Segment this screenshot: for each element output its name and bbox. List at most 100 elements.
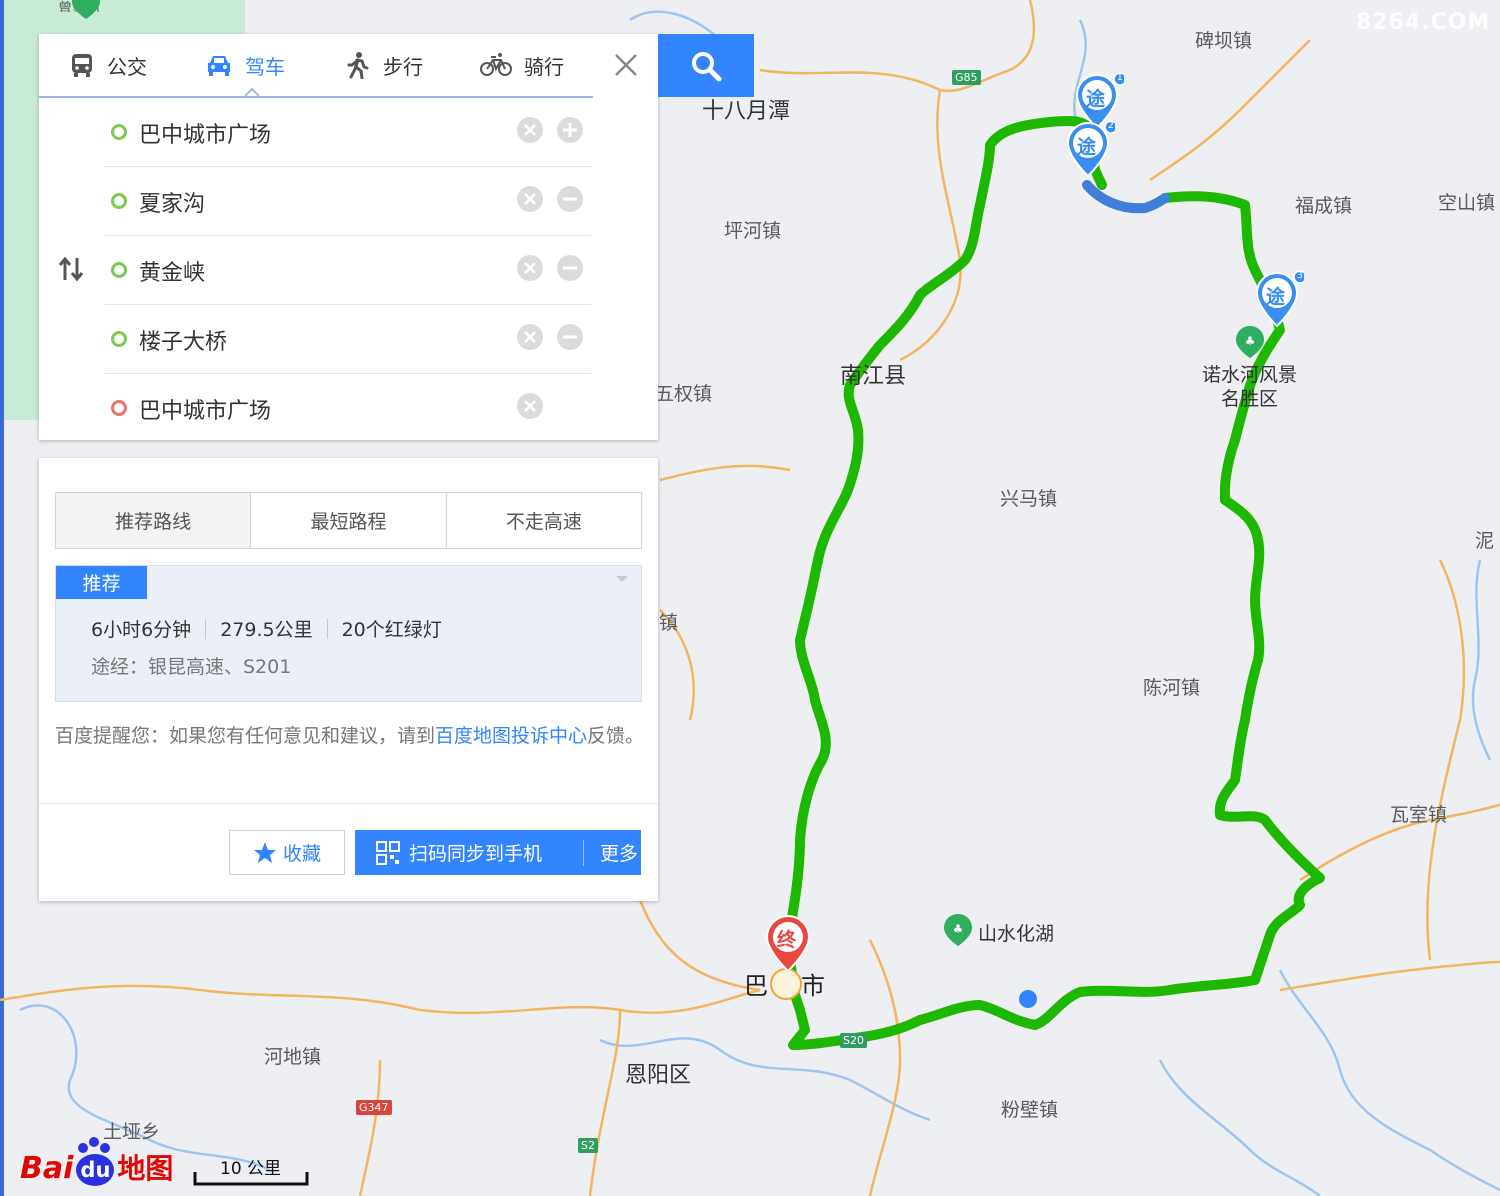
via-marker-2[interactable]: 途 2 [1065, 120, 1115, 180]
logo-du: du [80, 1158, 111, 1182]
tab-label: 公交 [107, 54, 147, 79]
plan-tag: 推荐 [56, 566, 147, 599]
stop-end[interactable]: 巴中城市广场 [105, 373, 591, 442]
search-button[interactable] [658, 34, 754, 97]
active-tab-caret-icon [245, 87, 259, 96]
place-label: 粉壁镇 [1001, 1099, 1059, 1121]
start-dot-icon [111, 124, 127, 140]
scenic-poi-topleft[interactable] [72, 0, 100, 24]
swap-button[interactable] [57, 256, 85, 286]
clear-icon[interactable] [517, 255, 543, 281]
divider [583, 839, 584, 866]
via-index: 2 [1108, 121, 1114, 131]
stop-name[interactable]: 楼子大桥 [139, 324, 227, 356]
tab-label: 步行 [383, 54, 423, 79]
baidu-map-logo[interactable]: Bai du 地图 [20, 1136, 173, 1188]
place-label: 瓦室镇 [1390, 804, 1448, 826]
stop-via[interactable]: 楼子大桥 [105, 304, 591, 374]
stop-name[interactable]: 黄金峡 [139, 255, 205, 287]
star-icon [253, 841, 276, 863]
add-stop-icon[interactable] [557, 117, 583, 143]
close-button[interactable] [594, 34, 658, 96]
route-plan-card[interactable]: 推荐 6小时6分钟 279.5公里 20个红绿灯 途经：银昆高速、S201 [55, 565, 642, 702]
car-icon [208, 56, 230, 76]
remove-stop-icon[interactable] [557, 186, 583, 212]
sync-main[interactable]: 扫码同步到手机 [355, 839, 565, 866]
favorite-button[interactable]: 收藏 [229, 830, 345, 875]
end-marker-text: 终 [777, 929, 797, 951]
clear-icon[interactable] [517, 393, 543, 419]
remove-stop-icon[interactable] [557, 255, 583, 281]
more-button[interactable]: 更多 [600, 839, 638, 866]
route-result-panel: 推荐路线 最短路程 不走高速 推荐 6小时6分钟 279.5公里 20个红绿灯 … [39, 458, 658, 901]
watermark: 8264.COM [1356, 10, 1491, 35]
stop-via[interactable]: 黄金峡 [105, 235, 591, 305]
highway-shield: G347 [356, 1100, 392, 1115]
scenic-pin-icon: ♣ [944, 914, 972, 946]
logo-ditu: 地图 [117, 1152, 174, 1185]
tab-label: 骑行 [524, 54, 564, 79]
tab-ride[interactable]: 骑行 [480, 34, 564, 96]
scale-label: 10 公里 [220, 1159, 282, 1179]
stop-name[interactable]: 夏家沟 [139, 186, 205, 218]
place-label: 镇 [659, 612, 679, 634]
scenic-poi-nuoshuihe[interactable]: ♣ [1235, 325, 1265, 363]
plan-distance: 279.5公里 [220, 619, 313, 641]
divider [39, 803, 658, 804]
stop-name[interactable]: 巴中城市广场 [139, 393, 271, 425]
place-label: 空山镇 [1438, 192, 1496, 214]
search-icon [692, 51, 722, 81]
stop-name[interactable]: 巴中城市广场 [139, 117, 271, 149]
via-marker-text: 途 [1086, 88, 1106, 110]
place-label: 南江县 [840, 364, 907, 389]
transport-tabs: 公交 驾车 步行 骑行 [39, 34, 593, 98]
logo-paw: du [73, 1136, 117, 1188]
place-label: 恩阳区 [625, 1063, 692, 1088]
place-label: 碑坝镇 [1195, 30, 1253, 52]
clear-icon[interactable] [517, 186, 543, 212]
place-label: 泥 [1475, 530, 1495, 552]
stop-start[interactable]: 巴中城市广场 [105, 97, 591, 167]
via-index: 1 [1117, 73, 1123, 83]
clear-icon[interactable] [517, 117, 543, 143]
chevron-down-icon[interactable] [615, 574, 629, 584]
tab-walk[interactable]: 步行 [345, 34, 423, 96]
window-edge [0, 0, 4, 1196]
via-marker-text: 途 [1077, 136, 1097, 158]
option-no-highway[interactable]: 不走高速 [447, 493, 641, 548]
via-marker-text: 途 [1266, 286, 1286, 308]
option-shortest[interactable]: 最短路程 [251, 493, 447, 548]
place-label: 五权镇 [655, 383, 713, 405]
remove-stop-icon[interactable] [557, 324, 583, 350]
via-marker-3[interactable]: 途 3 [1254, 270, 1304, 330]
complaint-center-link[interactable]: 百度地图投诉中心 [435, 725, 587, 747]
logo-bai: Bai [20, 1151, 74, 1186]
place-label: 陈河镇 [1143, 677, 1201, 699]
svg-text:♣: ♣ [1245, 334, 1256, 348]
clear-icon[interactable] [517, 324, 543, 350]
via-dot-icon [111, 193, 127, 209]
end-dot-icon [111, 400, 127, 416]
stop-via[interactable]: 夏家沟 [105, 166, 591, 236]
place-label: 十八月潭 [702, 99, 791, 124]
scenic-pin-icon [72, 0, 100, 19]
bicycle-icon [480, 53, 512, 76]
tab-bus[interactable]: 公交 [69, 34, 147, 96]
route-panel: 公交 驾车 步行 骑行 巴中城市广场 夏家沟 黄金峡 楼子大桥 巴中城市广场 [39, 34, 658, 440]
svg-text:♣: ♣ [953, 922, 964, 936]
sync-phone-button[interactable]: 扫码同步到手机 更多 [355, 830, 641, 875]
scale-bar: 10 公里 [193, 1154, 311, 1190]
plan-lights: 20个红绿灯 [341, 619, 442, 641]
place-label: 坪河镇 [724, 220, 782, 242]
scenic-label: 诺水河风景 [1202, 364, 1298, 386]
plan-duration: 6小时6分钟 [91, 619, 192, 641]
plan-stats: 6小时6分钟 279.5公里 20个红绿灯 [91, 615, 442, 642]
sync-label: 扫码同步到手机 [409, 843, 543, 865]
end-marker[interactable]: 终 [764, 913, 814, 975]
bus-icon [72, 54, 92, 77]
highway-shield: S20 [840, 1033, 867, 1048]
option-recommended[interactable]: 推荐路线 [56, 493, 252, 548]
divider [326, 618, 328, 639]
scenic-poi-shanshui[interactable]: ♣ [943, 913, 973, 951]
divider [205, 618, 207, 639]
